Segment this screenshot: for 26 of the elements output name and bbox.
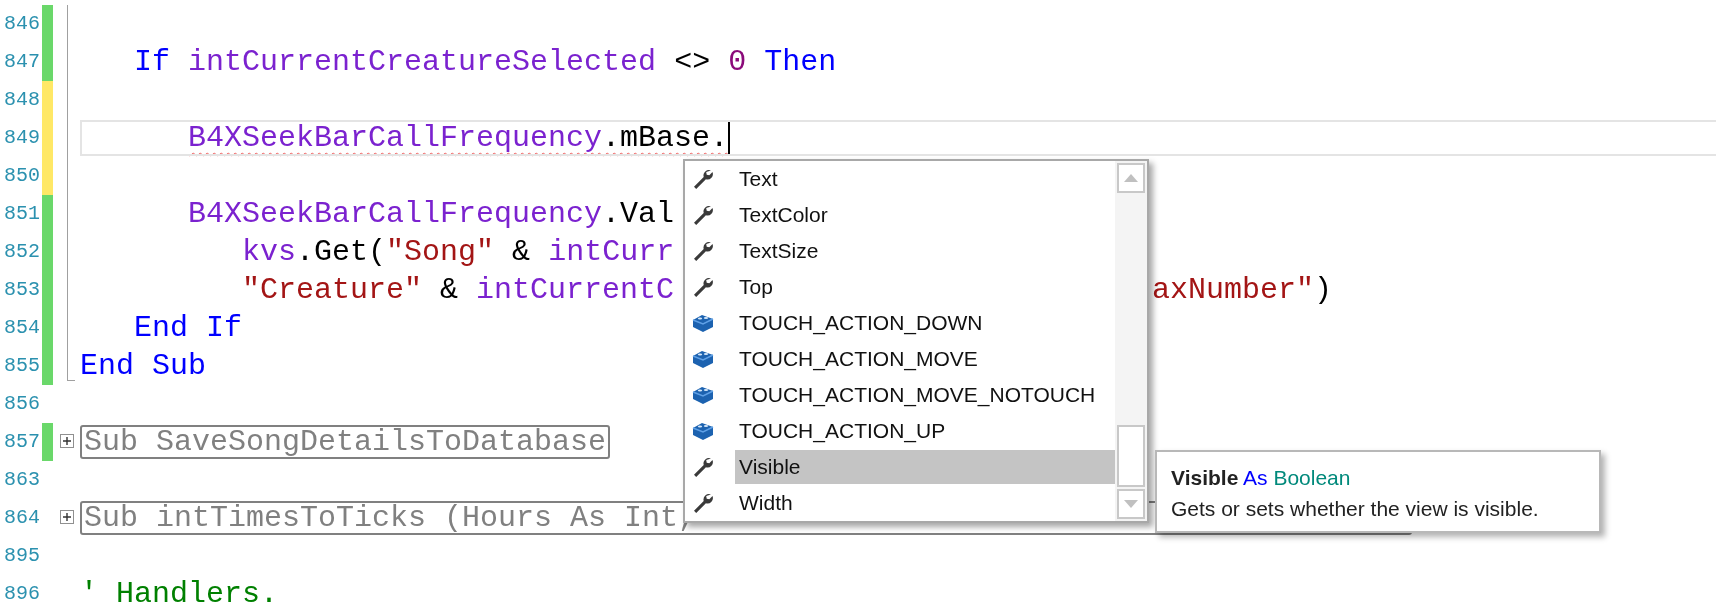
code-line: axNumber") (1152, 272, 1333, 309)
line-number: 846 (3, 11, 40, 37)
code-line: "Creature" & intCurrentC (241, 272, 675, 309)
line-number: 856 (3, 391, 40, 417)
code-line: End Sub (80, 348, 207, 385)
line-number: 847 (3, 49, 40, 75)
line-number: 849 (3, 125, 40, 151)
line-number: 854 (3, 315, 40, 341)
code-line: End If (133, 310, 243, 347)
code-line: B4XSeekBarCallFrequency.Val (187, 196, 675, 233)
line-number: 852 (3, 239, 40, 265)
line-number: 863 (3, 467, 40, 493)
code-line: ' Handlers. (80, 576, 279, 610)
code-line: If intCurrentCreatureSelected <> 0 Then (133, 44, 837, 81)
line-number: 857 (3, 429, 40, 455)
line-number: 853 (3, 277, 40, 303)
line-number: 851 (3, 201, 40, 227)
line-number: 848 (3, 87, 40, 113)
line-number: 895 (3, 543, 40, 569)
line-number: 855 (3, 353, 40, 379)
line-number: 896 (3, 581, 40, 607)
tooltip-description: Gets or sets whether the view is visible. (1171, 496, 1540, 522)
tooltip-signature: Visible As Boolean (1171, 465, 1352, 491)
line-number: 850 (3, 163, 40, 189)
line-number: 864 (3, 505, 40, 531)
code-line: kvs.Get("Song" & intCurr (241, 234, 675, 271)
